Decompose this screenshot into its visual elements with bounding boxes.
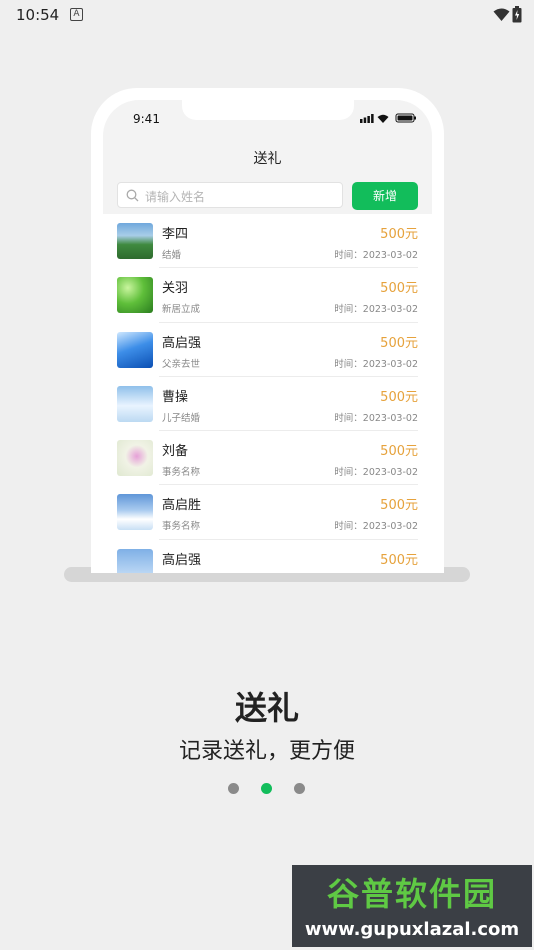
- status-bar: 10:54 A: [0, 0, 534, 30]
- wave-image: [117, 331, 153, 368]
- watermark-title: 谷普软件园: [326, 875, 497, 913]
- list-item[interactable]: 高启强父亲去世 500元时间：2023-03-02: [103, 323, 432, 377]
- phone-notch: [182, 100, 354, 120]
- record-amount: 500元: [380, 444, 418, 460]
- clouds-image: [117, 494, 153, 531]
- list-item[interactable]: 高启胜事务名称 500元时间：2023-03-02: [103, 485, 432, 540]
- record-event: 儿子结婚: [162, 412, 201, 424]
- signal-icon: [360, 114, 374, 123]
- record-date: 时间：2023-03-02: [334, 358, 418, 370]
- record-name: 刘备: [162, 444, 189, 460]
- status-time: 10:54: [16, 6, 60, 24]
- page-indicator: [228, 783, 308, 795]
- record-amount: 500元: [380, 281, 418, 297]
- record-date: 时间：2023-03-02: [334, 250, 418, 261]
- record-name: 高启强: [162, 552, 202, 568]
- record-event: 事务名称: [162, 467, 201, 479]
- wifi-icon: [493, 8, 510, 21]
- search-placeholder: 请输入姓名: [145, 190, 206, 204]
- record-date: 时间：2023-03-02: [334, 304, 418, 316]
- sky-image: [117, 548, 153, 573]
- list-item[interactable]: 曹操儿子结婚 500元时间：2023-03-02: [103, 377, 432, 432]
- ios-status-icons: [360, 113, 416, 123]
- page-dot[interactable]: [294, 783, 305, 794]
- search-icon: [126, 189, 139, 202]
- watermark-url: www.gupuxlazal.com: [304, 919, 520, 940]
- onboarding-title: 送礼: [234, 689, 299, 727]
- list-item[interactable]: 关羽新居立成 500元时间：2023-03-02: [103, 268, 432, 323]
- battery-icon: [512, 6, 522, 23]
- ios-status-time: 9:41: [133, 112, 160, 126]
- add-button[interactable]: 新增: [352, 182, 418, 210]
- screen-title: 送礼: [253, 151, 282, 167]
- phone-screen: 9:41 送礼 请输入姓名 新增 李四 结婚 500元 时间：2023-03-02 关羽…: [103, 100, 432, 573]
- record-date: 时间：2023-03-02: [334, 412, 418, 424]
- record-event: 新居立成: [162, 304, 201, 316]
- record-name: 曹操: [162, 389, 189, 405]
- record-name: 李四: [162, 227, 189, 242]
- record-name: 高启强: [162, 335, 202, 351]
- notification-icon: A: [70, 8, 83, 21]
- record-name: 高启胜: [162, 498, 202, 514]
- list-item[interactable]: 刘备事务名称 500元时间：2023-03-02: [103, 431, 432, 486]
- record-amount: 500元: [380, 389, 418, 405]
- ios-battery-icon: [395, 113, 416, 123]
- record-amount: 500元: [380, 335, 418, 351]
- landscape-image: [117, 223, 153, 259]
- frost-image: [117, 385, 153, 422]
- search-input[interactable]: 请输入姓名: [117, 182, 343, 208]
- list-item[interactable]: 李四结婚 500元时间：2023-03-02: [103, 214, 432, 269]
- record-event: 事务名称: [162, 521, 201, 533]
- record-amount: 500元: [380, 498, 418, 514]
- flower-image: [117, 440, 153, 477]
- watermark-logo: 谷普软件园 www.gupuxlazal.com: [292, 865, 532, 947]
- page-dot[interactable]: [228, 783, 239, 794]
- onboarding-subtitle: 记录送礼，更方便: [178, 739, 355, 764]
- record-amount: 500元: [380, 552, 418, 568]
- record-date: 时间：2023-03-02: [334, 521, 418, 533]
- list-item[interactable]: 高启强 500元: [103, 540, 432, 573]
- page-dot-active[interactable]: [261, 783, 272, 794]
- phone-mockup: 9:41 送礼 请输入姓名 新增 李四 结婚 500元 时间：2023-03-02 关羽…: [91, 88, 444, 573]
- record-amount: 500元: [380, 227, 418, 242]
- gift-record-list: 李四 结婚 500元 时间：2023-03-02 关羽 新居立成 500元 时间：2023-0…: [103, 214, 432, 573]
- leaves-image: [117, 277, 153, 314]
- record-event: 父亲去世: [162, 358, 201, 370]
- record-date: 时间：2023-03-02: [334, 467, 418, 479]
- record-name: 关羽: [162, 281, 189, 297]
- record-event: 结婚: [162, 250, 182, 261]
- ios-wifi-icon: [377, 114, 389, 123]
